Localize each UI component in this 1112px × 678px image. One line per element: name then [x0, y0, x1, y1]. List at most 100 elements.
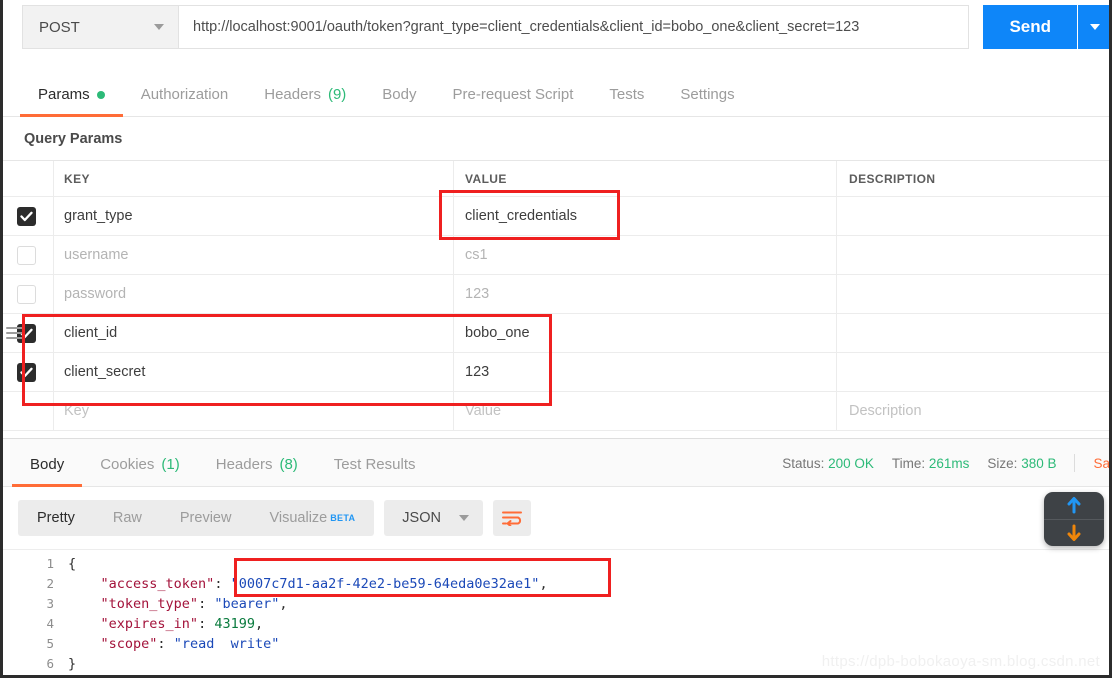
code-token: 43199	[214, 616, 255, 632]
param-key-text: password	[64, 286, 127, 302]
request-tab-tests[interactable]: Tests	[591, 86, 662, 116]
request-tab-body[interactable]: Body	[364, 86, 434, 116]
view-mode-preview[interactable]: Preview	[161, 500, 251, 536]
code-token: "0007c7d1-aa2f-42e2-be59-64eda0e32ae1"	[230, 576, 540, 592]
param-value-text: client_credentials	[465, 208, 578, 224]
url-input[interactable]: http://localhost:9001/oauth/token?grant_…	[178, 5, 970, 49]
param-description-cell[interactable]	[837, 275, 1112, 313]
param-value-cell[interactable]: client_credentials	[454, 197, 837, 235]
response-viewer-toolbar: Pretty Raw Preview Visualize BETA JSON	[0, 487, 1112, 549]
view-mode-raw[interactable]: Raw	[94, 500, 161, 536]
row-enable-checkbox[interactable]	[17, 362, 36, 382]
code-token: ,	[279, 596, 288, 612]
tab-label: Body	[30, 456, 65, 473]
response-format-label: JSON	[402, 510, 441, 526]
url-input-value: http://localhost:9001/oauth/token?grant_…	[193, 19, 860, 35]
code-token: :	[214, 576, 231, 592]
tab-count-badge: (8)	[279, 456, 298, 473]
view-mode-label: Pretty	[37, 510, 75, 526]
code-line: {	[68, 554, 1112, 574]
param-value-cell[interactable]: 123	[454, 353, 837, 391]
send-options-button[interactable]	[1078, 5, 1112, 49]
view-mode-visualize[interactable]: Visualize BETA	[250, 500, 374, 536]
param-key-cell[interactable]: username	[54, 236, 454, 274]
row-checkbox-cell	[0, 275, 54, 313]
table-row: client_id bobo_one	[0, 314, 1112, 353]
view-mode-pretty[interactable]: Pretty	[18, 500, 94, 536]
status-label: Status:	[782, 455, 825, 471]
tab-label: Tests	[609, 86, 645, 103]
response-format-select[interactable]: JSON	[384, 500, 483, 536]
check-icon	[20, 367, 33, 377]
response-tab-bar: Body Cookies (1) Headers (8) Test Results	[12, 456, 434, 487]
scroll-to-bottom-button[interactable]	[1044, 520, 1104, 547]
param-key-cell[interactable]: grant_type	[54, 197, 454, 235]
chevron-down-icon	[458, 515, 469, 521]
response-tab-headers[interactable]: Headers (8)	[198, 456, 316, 486]
table-row: client_secret 123	[0, 353, 1112, 392]
word-wrap-icon	[501, 511, 522, 526]
line-number: 5	[46, 636, 54, 651]
tab-label: Pre-request Script	[452, 86, 574, 103]
param-value-text: 123	[465, 286, 490, 302]
drag-handle-icon[interactable]	[6, 327, 23, 339]
word-wrap-button[interactable]	[492, 500, 531, 536]
arrow-up-icon	[1067, 497, 1081, 514]
request-tab-params[interactable]: Params	[20, 86, 123, 117]
row-checkbox-cell	[0, 353, 54, 391]
param-value-cell[interactable]: bobo_one	[454, 314, 837, 352]
arrow-down-icon	[1067, 524, 1081, 541]
scroll-to-top-button[interactable]	[1044, 492, 1104, 520]
param-value-cell[interactable]: cs1	[454, 236, 837, 274]
tab-label: Settings	[680, 86, 735, 103]
table-row: grant_type client_credentials	[0, 197, 1112, 236]
param-key-text: username	[64, 247, 129, 263]
param-description-cell[interactable]	[837, 236, 1112, 274]
response-tab-cookies[interactable]: Cookies (1)	[82, 456, 198, 486]
tab-label: Params	[38, 86, 90, 103]
new-param-key-input[interactable]: Key	[54, 392, 454, 430]
table-header-row: KEY VALUE DESCRIPTION	[0, 161, 1112, 197]
row-enable-checkbox[interactable]	[17, 206, 36, 226]
param-key-text: grant_type	[64, 208, 133, 224]
code-line: "access_token": "0007c7d1-aa2f-42e2-be59…	[68, 574, 1112, 594]
param-value-cell[interactable]: 123	[454, 275, 837, 313]
tab-label: Authorization	[140, 86, 229, 103]
new-param-value-placeholder: Value	[465, 403, 502, 419]
time-label: Time:	[891, 455, 926, 471]
line-number-gutter: 1 2 3 4 5 6	[0, 550, 68, 678]
code-token: }	[68, 656, 77, 672]
row-enable-checkbox[interactable]	[17, 245, 36, 265]
param-description-cell[interactable]	[837, 197, 1112, 235]
tab-label: Headers	[215, 456, 273, 473]
request-tab-authorization[interactable]: Authorization	[123, 86, 247, 116]
line-number: 4	[46, 616, 54, 631]
watermark: https://dpb-bobokaoya-sm.blog.csdn.net	[821, 653, 1100, 670]
request-tab-settings[interactable]: Settings	[662, 86, 752, 116]
request-tab-pre-request-script[interactable]: Pre-request Script	[435, 86, 592, 116]
window-left-border	[0, 0, 3, 678]
code-token: ,	[539, 576, 548, 592]
tab-label: Test Results	[333, 456, 416, 473]
response-tab-body[interactable]: Body	[12, 456, 83, 487]
http-method-select[interactable]: POST	[22, 5, 178, 49]
table-row: username cs1	[0, 236, 1112, 275]
row-enable-checkbox[interactable]	[17, 284, 36, 304]
param-key-cell[interactable]: password	[54, 275, 454, 313]
param-description-cell[interactable]	[837, 314, 1112, 352]
param-description-cell[interactable]	[837, 353, 1112, 391]
http-method-label: POST	[39, 18, 80, 36]
modified-dot-icon	[96, 90, 105, 99]
new-param-key-placeholder: Key	[64, 403, 89, 419]
new-param-description-input[interactable]: Description	[837, 392, 1112, 430]
tab-label: Headers	[264, 86, 321, 103]
response-tab-test-results[interactable]: Test Results	[316, 456, 434, 486]
send-button[interactable]: Send	[983, 5, 1077, 49]
param-key-cell[interactable]: client_secret	[54, 353, 454, 391]
param-key-cell[interactable]: client_id	[54, 314, 454, 352]
new-param-value-input[interactable]: Value	[454, 392, 837, 430]
request-tab-headers[interactable]: Headers (9)	[246, 86, 364, 116]
